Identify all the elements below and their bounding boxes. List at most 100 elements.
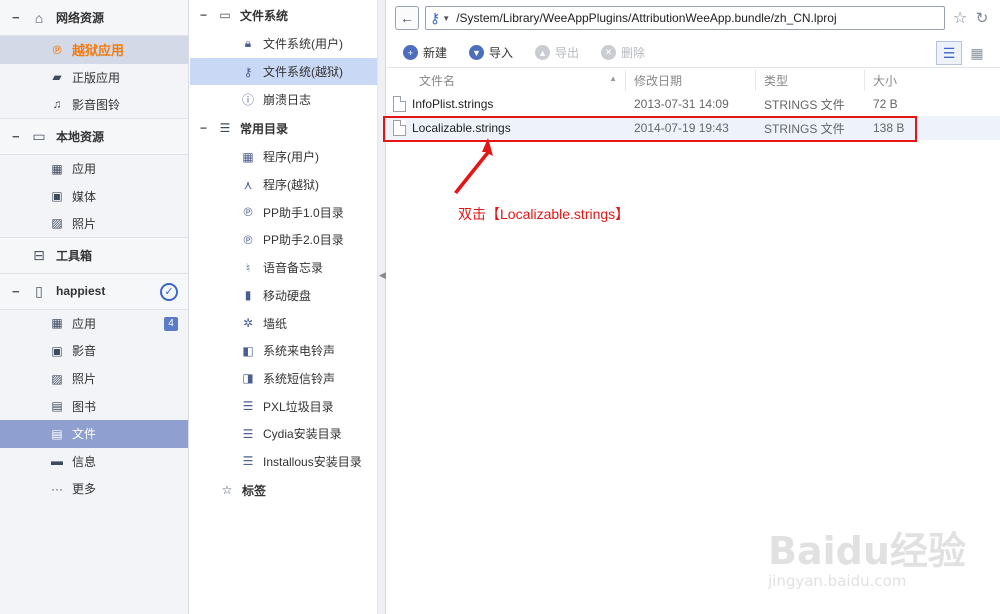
compass-icon: ⋏ bbox=[243, 177, 253, 192]
column-name[interactable]: 文件名 ▲ bbox=[387, 70, 626, 91]
tree-item-apps-jailbreak[interactable]: ⋏ 程序(越狱) bbox=[190, 171, 377, 199]
collapse-icon[interactable]: − bbox=[12, 10, 22, 25]
watermark-url: jingyan.baidu.com bbox=[768, 572, 907, 590]
music-note-icon: ♫ bbox=[52, 97, 62, 112]
tree-item-ringtones[interactable]: ◧ 系统来电铃声 bbox=[190, 337, 377, 365]
export-button[interactable]: ▲ 导出 bbox=[535, 44, 579, 61]
tree-group-common-dirs[interactable]: − ☰ 常用目录 bbox=[190, 113, 377, 143]
annotation-text: 双击【Localizable.strings】 bbox=[458, 206, 630, 222]
list-icon: ☰ bbox=[219, 121, 231, 136]
tree-item-voice-memos[interactable]: ♮ 语音备忘录 bbox=[190, 254, 377, 282]
table-row[interactable]: InfoPlist.strings 2013-07-31 14:09 STRIN… bbox=[387, 92, 1000, 116]
panel-splitter[interactable]: ◀ bbox=[378, 0, 386, 614]
list-view-icon[interactable]: ☰ bbox=[936, 41, 962, 65]
pp-icon: ℗ bbox=[52, 42, 62, 57]
collapse-icon[interactable]: − bbox=[200, 121, 210, 135]
dropdown-arrow-icon[interactable]: ▼ bbox=[442, 14, 450, 23]
new-icon: + bbox=[403, 45, 418, 60]
wallpaper-icon: ✲ bbox=[242, 316, 254, 331]
file-icon bbox=[393, 96, 406, 112]
tree-item-filesystem-jailbreak[interactable]: ⚷ 文件系统(越狱) bbox=[190, 57, 377, 86]
delete-icon: ✕ bbox=[601, 45, 617, 60]
sidebar-item-device-more[interactable]: ··· 更多 bbox=[0, 475, 188, 503]
grid-view-icon[interactable]: ▦ bbox=[964, 41, 990, 65]
refresh-icon[interactable]: ↻ bbox=[971, 6, 993, 30]
group-device-happiest[interactable]: − ▯ happiest ✓ bbox=[0, 273, 188, 310]
photo-icon: ▨ bbox=[51, 371, 63, 386]
column-date[interactable]: 修改日期 bbox=[626, 70, 756, 91]
tree-group-filesystem[interactable]: − ▭ 文件系统 bbox=[190, 0, 377, 30]
sidebar-item-local-photos[interactable]: ▨ 照片 bbox=[0, 210, 188, 238]
alert-icon: ⓘ bbox=[241, 92, 254, 107]
more-dots-icon: ··· bbox=[51, 481, 63, 496]
new-button[interactable]: + 新建 bbox=[403, 44, 447, 61]
tree-item-mobile-disk[interactable]: ▮ 移动硬盘 bbox=[190, 282, 377, 310]
app-count-badge: 4 bbox=[164, 316, 178, 331]
export-icon: ▲ bbox=[535, 45, 551, 60]
address-bar: ← ⚷ ▼ /System/Library/WeeAppPlugins/Attr… bbox=[395, 6, 993, 30]
tree-item-installous-dir[interactable]: ☰ Installous安装目录 bbox=[190, 448, 377, 476]
grid-icon: ▦ bbox=[242, 149, 254, 164]
back-button[interactable]: ← bbox=[395, 6, 419, 30]
baidu-watermark: Baidu经验 jingyan.baidu.com bbox=[768, 510, 993, 606]
sidebar-item-device-messages[interactable]: ▬ 信息 bbox=[0, 448, 188, 476]
tree-item-pp1-dir[interactable]: ℗ PP助手1.0目录 bbox=[190, 198, 377, 226]
connected-check-icon: ✓ bbox=[160, 282, 178, 301]
collapse-icon[interactable]: − bbox=[12, 129, 22, 144]
monitor-icon: ▭ bbox=[219, 8, 231, 22]
photo-icon: ▨ bbox=[51, 216, 63, 231]
import-button[interactable]: ▼ 导入 bbox=[469, 44, 513, 61]
tree-item-pxl-trash[interactable]: ☰ PXL垃圾目录 bbox=[190, 392, 377, 420]
column-headers: 文件名 ▲ 修改日期 类型 大小 bbox=[387, 70, 1000, 91]
list-icon: ☰ bbox=[242, 426, 254, 441]
toolbar: + 新建 ▼ 导入 ▲ 导出 ✕ 删除 ☰ ▦ bbox=[387, 38, 1000, 68]
sidebar-item-device-books[interactable]: ▤ 图书 bbox=[0, 392, 188, 420]
sidebar-item-local-apps[interactable]: ▦ 应用 bbox=[0, 155, 188, 183]
tree-item-filesystem-user[interactable]: 🔒︎ 文件系统(用户) bbox=[190, 30, 377, 58]
delete-button[interactable]: ✕ 删除 bbox=[601, 44, 645, 61]
tree-item-apps-user[interactable]: ▦ 程序(用户) bbox=[190, 143, 377, 171]
group-local-resources[interactable]: − ▭ 本地资源 bbox=[0, 118, 188, 155]
path-text: /System/Library/WeeAppPlugins/Attributio… bbox=[456, 11, 837, 25]
sidebar-item-device-photos[interactable]: ▨ 照片 bbox=[0, 365, 188, 393]
sidebar-item-media-ringtones[interactable]: ♫ 影音图铃 bbox=[0, 91, 188, 119]
toolbox-icon: ⊟ bbox=[33, 246, 45, 263]
monitor-icon: ▭ bbox=[32, 127, 46, 144]
video-camera-icon: ▣ bbox=[51, 189, 63, 204]
home-icon: ⌂ bbox=[34, 9, 44, 26]
sidebar-item-official-apps[interactable]: ▰ 正版应用 bbox=[0, 64, 188, 92]
ringtone-icon: ◧ bbox=[242, 343, 254, 358]
import-icon: ▼ bbox=[469, 45, 485, 60]
sidebar-item-device-apps[interactable]: ▦ 应用 4 bbox=[0, 310, 188, 338]
video-camera-icon: ▣ bbox=[51, 343, 63, 358]
view-switcher: ☰ ▦ bbox=[934, 41, 990, 65]
sidebar-item-device-media[interactable]: ▣ 影音 bbox=[0, 337, 188, 365]
chat-bubble-icon: ▬ bbox=[51, 454, 63, 469]
sidebar-item-device-files[interactable]: ▤ 文件 bbox=[0, 419, 188, 448]
star-icon: ☆ bbox=[221, 483, 233, 498]
tree-item-wallpaper[interactable]: ✲ 墙纸 bbox=[190, 309, 377, 337]
collapse-icon[interactable]: − bbox=[200, 8, 210, 22]
sms-tone-icon: ◨ bbox=[242, 371, 254, 386]
tree-item-pp2-dir[interactable]: ℗ PP助手2.0目录 bbox=[190, 226, 377, 254]
path-input[interactable]: ⚷ ▼ /System/Library/WeeAppPlugins/Attrib… bbox=[425, 6, 945, 30]
sidebar-item-local-media[interactable]: ▣ 媒体 bbox=[0, 182, 188, 210]
column-type[interactable]: 类型 bbox=[756, 70, 865, 91]
pp-icon: ℗ bbox=[243, 205, 253, 220]
column-size[interactable]: 大小 bbox=[865, 70, 1000, 91]
group-network-resources[interactable]: − ⌂ 网络资源 bbox=[0, 0, 188, 36]
favorite-star-icon[interactable]: ☆ bbox=[949, 6, 971, 30]
key-icon: ⚷ bbox=[243, 64, 253, 79]
device-icon: ▯ bbox=[35, 282, 43, 299]
tree-item-crash-logs[interactable]: ⓘ 崩溃日志 bbox=[190, 85, 377, 113]
collapse-arrow-icon[interactable]: ◀ bbox=[379, 270, 386, 281]
directory-tree: − ▭ 文件系统 🔒︎ 文件系统(用户) ⚷ 文件系统(越狱) ⓘ 崩溃日志 −… bbox=[190, 0, 378, 614]
sidebar-item-jailbreak-apps[interactable]: ℗ 越狱应用 bbox=[0, 36, 188, 64]
group-toolbox[interactable]: ⊟ 工具箱 bbox=[0, 237, 188, 274]
tree-item-sms-tones[interactable]: ◨ 系统短信铃声 bbox=[190, 365, 377, 393]
lock-icon: 🔒︎ bbox=[244, 36, 252, 51]
collapse-icon[interactable]: − bbox=[12, 284, 22, 299]
tree-group-tags[interactable]: ☆ 标签 bbox=[190, 475, 377, 505]
key-icon: ⚷ bbox=[430, 9, 441, 26]
tree-item-cydia-dir[interactable]: ☰ Cydia安装目录 bbox=[190, 420, 377, 448]
